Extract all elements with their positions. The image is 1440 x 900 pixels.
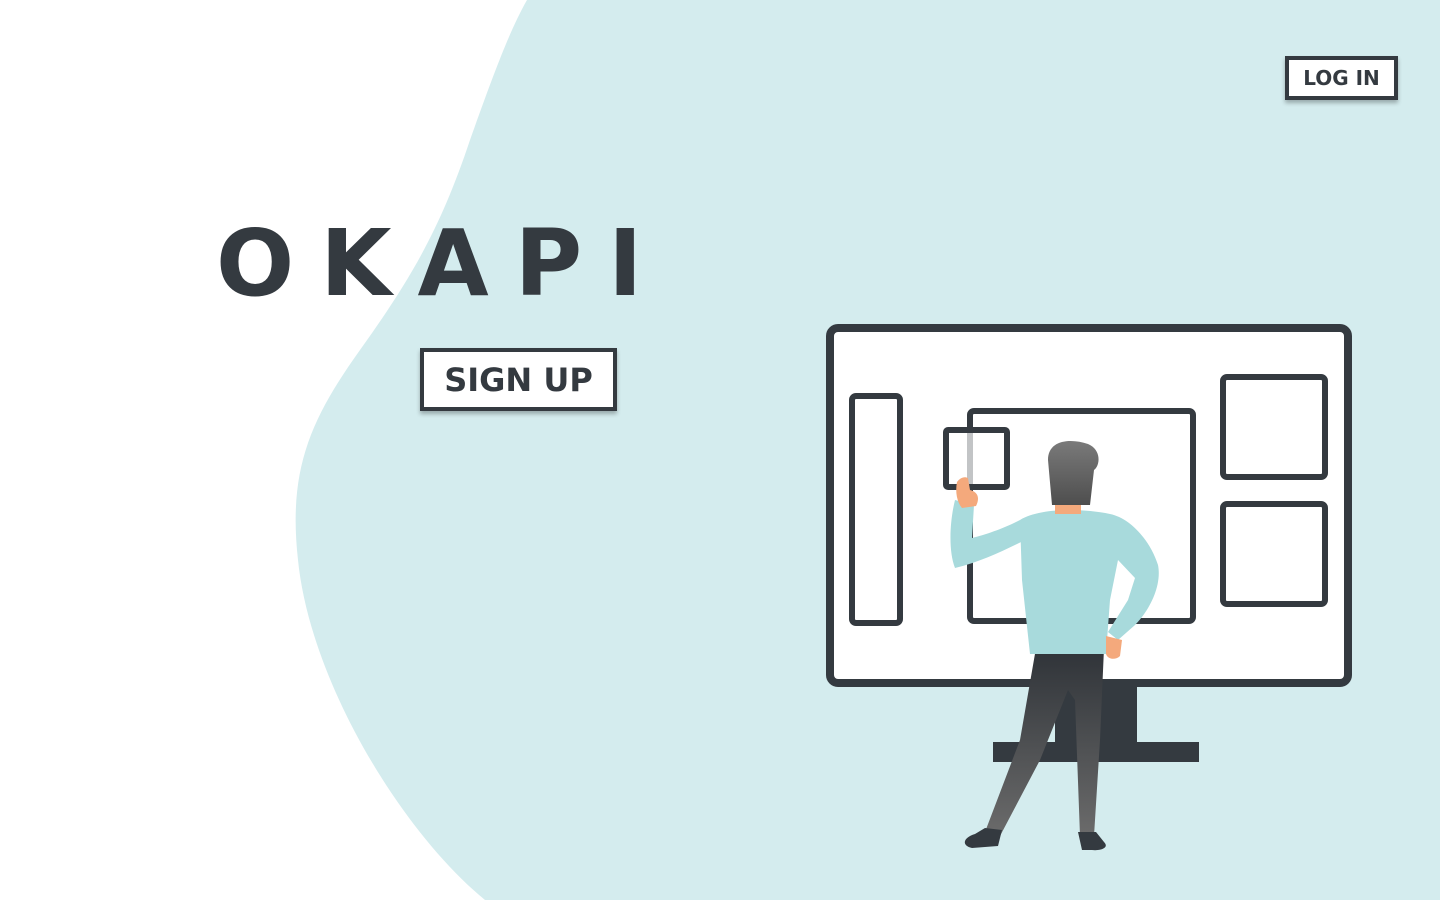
brand-logo: OKAPI bbox=[216, 210, 669, 317]
signup-button[interactable]: SIGN UP bbox=[420, 348, 617, 411]
login-button[interactable]: LOG IN bbox=[1285, 56, 1398, 100]
landing-page: OKAPI LOG IN SIGN UP bbox=[0, 0, 1440, 900]
person-at-monitor-illustration bbox=[826, 324, 1352, 851]
